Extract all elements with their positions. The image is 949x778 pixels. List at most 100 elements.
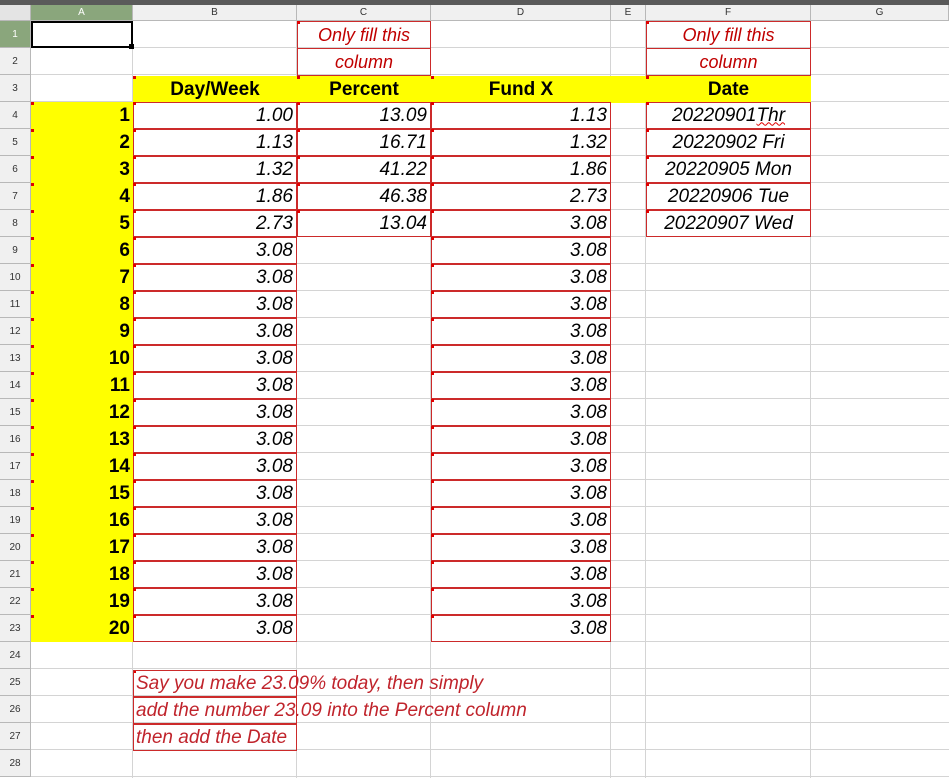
day-week-cell[interactable]: 1.13 — [133, 129, 297, 156]
header-day-week[interactable]: Day/Week — [133, 76, 297, 103]
row-header-14[interactable]: 14 — [0, 372, 31, 399]
fund-x-cell[interactable]: 3.08 — [431, 588, 611, 615]
day-number-cell[interactable]: 17 — [31, 534, 133, 561]
day-week-cell[interactable]: 3.08 — [133, 588, 297, 615]
day-week-cell[interactable]: 3.08 — [133, 534, 297, 561]
day-number-cell[interactable]: 13 — [31, 426, 133, 453]
day-week-cell[interactable]: 1.32 — [133, 156, 297, 183]
row-header-17[interactable]: 17 — [0, 453, 31, 480]
row-header-15[interactable]: 15 — [0, 399, 31, 426]
day-week-cell[interactable]: 3.08 — [133, 480, 297, 507]
row-header-16[interactable]: 16 — [0, 426, 31, 453]
fill-handle[interactable] — [129, 44, 134, 49]
day-number-cell[interactable]: 16 — [31, 507, 133, 534]
day-week-cell[interactable]: 3.08 — [133, 291, 297, 318]
fund-x-cell[interactable]: 3.08 — [431, 453, 611, 480]
date-cell[interactable]: 20220902 Fri — [646, 129, 811, 156]
row-header-13[interactable]: 13 — [0, 345, 31, 372]
selected-cell-a1[interactable] — [31, 21, 133, 48]
fund-x-cell[interactable]: 2.73 — [431, 183, 611, 210]
column-header-b[interactable]: B — [133, 5, 297, 21]
fund-x-cell[interactable]: 3.08 — [431, 291, 611, 318]
day-week-cell[interactable]: 3.08 — [133, 372, 297, 399]
day-week-cell[interactable]: 1.00 — [133, 102, 297, 129]
day-number-cell[interactable]: 8 — [31, 291, 133, 318]
row-header-25[interactable]: 25 — [0, 669, 31, 696]
fund-x-cell[interactable]: 3.08 — [431, 318, 611, 345]
day-number-cell[interactable]: 1 — [31, 102, 133, 129]
fund-x-cell[interactable]: 3.08 — [431, 399, 611, 426]
day-number-cell[interactable]: 9 — [31, 318, 133, 345]
instruction-c-line1[interactable]: Only fill this — [297, 21, 431, 49]
date-cell[interactable]: 20220906 Tue — [646, 183, 811, 210]
row-header-23[interactable]: 23 — [0, 615, 31, 642]
row-header-6[interactable]: 6 — [0, 156, 31, 183]
day-week-cell[interactable]: 3.08 — [133, 561, 297, 588]
instruction-f-line2[interactable]: column — [646, 48, 811, 76]
percent-cell[interactable]: 41.22 — [297, 156, 431, 183]
select-all-corner[interactable] — [0, 5, 31, 21]
fund-x-cell[interactable]: 1.32 — [431, 129, 611, 156]
column-header-d[interactable]: D — [431, 5, 611, 21]
date-cell[interactable]: 20220905 Mon — [646, 156, 811, 183]
row-header-1[interactable]: 1 — [0, 21, 31, 48]
column-header-a[interactable]: A — [31, 5, 133, 21]
day-number-cell[interactable]: 6 — [31, 237, 133, 264]
percent-cell[interactable]: 13.04 — [297, 210, 431, 237]
row-header-3[interactable]: 3 — [0, 75, 31, 102]
header-e-fill[interactable] — [611, 76, 646, 103]
day-week-cell[interactable]: 3.08 — [133, 399, 297, 426]
row-header-18[interactable]: 18 — [0, 480, 31, 507]
instruction-f-line1[interactable]: Only fill this — [646, 21, 811, 49]
day-number-cell[interactable]: 2 — [31, 129, 133, 156]
header-percent[interactable]: Percent — [297, 76, 431, 103]
row-header-22[interactable]: 22 — [0, 588, 31, 615]
fund-x-cell[interactable]: 3.08 — [431, 534, 611, 561]
row-header-11[interactable]: 11 — [0, 291, 31, 318]
day-week-cell[interactable]: 3.08 — [133, 426, 297, 453]
fund-x-cell[interactable]: 3.08 — [431, 480, 611, 507]
row-header-4[interactable]: 4 — [0, 102, 31, 129]
header-date[interactable]: Date — [646, 76, 811, 103]
day-number-cell[interactable]: 11 — [31, 372, 133, 399]
fund-x-cell[interactable]: 3.08 — [431, 264, 611, 291]
fund-x-cell[interactable]: 3.08 — [431, 426, 611, 453]
date-cell[interactable]: 20220907 Wed — [646, 210, 811, 237]
percent-cell[interactable]: 16.71 — [297, 129, 431, 156]
row-header-12[interactable]: 12 — [0, 318, 31, 345]
column-header-e[interactable]: E — [611, 5, 646, 21]
row-header-2[interactable]: 2 — [0, 48, 31, 75]
day-number-cell[interactable]: 14 — [31, 453, 133, 480]
day-week-cell[interactable]: 3.08 — [133, 318, 297, 345]
day-number-cell[interactable]: 10 — [31, 345, 133, 372]
day-number-cell[interactable]: 18 — [31, 561, 133, 588]
row-header-5[interactable]: 5 — [0, 129, 31, 156]
day-week-cell[interactable]: 3.08 — [133, 453, 297, 480]
fund-x-cell[interactable]: 1.13 — [431, 102, 611, 129]
day-number-cell[interactable]: 5 — [31, 210, 133, 237]
fund-x-cell[interactable]: 3.08 — [431, 237, 611, 264]
fund-x-cell[interactable]: 3.08 — [431, 507, 611, 534]
row-header-21[interactable]: 21 — [0, 561, 31, 588]
fund-x-cell[interactable]: 3.08 — [431, 615, 611, 642]
day-number-cell[interactable]: 12 — [31, 399, 133, 426]
row-header-7[interactable]: 7 — [0, 183, 31, 210]
row-header-10[interactable]: 10 — [0, 264, 31, 291]
row-header-20[interactable]: 20 — [0, 534, 31, 561]
row-header-9[interactable]: 9 — [0, 237, 31, 264]
fund-x-cell[interactable]: 3.08 — [431, 210, 611, 237]
day-number-cell[interactable]: 3 — [31, 156, 133, 183]
fund-x-cell[interactable]: 1.86 — [431, 156, 611, 183]
date-cell[interactable]: 20220901 Thr — [646, 102, 811, 129]
column-header-f[interactable]: F — [646, 5, 811, 21]
fund-x-cell[interactable]: 3.08 — [431, 345, 611, 372]
row-header-19[interactable]: 19 — [0, 507, 31, 534]
header-fund-x[interactable]: Fund X — [431, 76, 611, 103]
row-header-28[interactable]: 28 — [0, 750, 31, 777]
day-number-cell[interactable]: 20 — [31, 615, 133, 642]
day-number-cell[interactable]: 19 — [31, 588, 133, 615]
percent-cell[interactable]: 46.38 — [297, 183, 431, 210]
day-week-cell[interactable]: 3.08 — [133, 345, 297, 372]
column-header-g[interactable]: G — [811, 5, 949, 21]
percent-cell[interactable]: 13.09 — [297, 102, 431, 129]
